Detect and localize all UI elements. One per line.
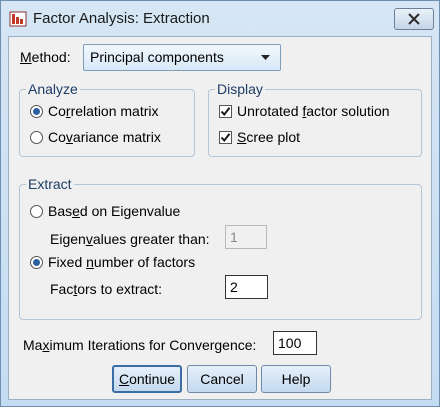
dialog-window: Factor Analysis: Extraction Method: Prin… — [0, 0, 440, 407]
checkmark-icon — [220, 107, 231, 117]
scree-plot-label[interactable]: Scree plot — [237, 129, 300, 145]
method-selected-value: Principal components — [90, 49, 224, 65]
based-on-eigenvalue-label[interactable]: Based on Eigenvalue — [48, 203, 180, 219]
analyze-group: Analyze Correlation matrix Covariance ma… — [19, 81, 195, 157]
display-legend: Display — [215, 81, 265, 97]
max-iterations-value: 100 — [278, 335, 302, 351]
eigenvalue-threshold-input[interactable]: 1 — [225, 225, 267, 249]
based-on-eigenvalue-radio[interactable] — [30, 205, 43, 218]
help-button[interactable]: Help — [261, 365, 331, 393]
dialog-body: Method: Principal components Analyze Cor… — [8, 36, 432, 400]
cancel-button[interactable]: Cancel — [187, 365, 257, 393]
cancel-button-label: Cancel — [200, 371, 244, 387]
close-button[interactable] — [394, 8, 434, 30]
method-dropdown[interactable]: Principal components — [83, 44, 281, 71]
max-iterations-input[interactable]: 100 — [273, 331, 317, 355]
help-button-label: Help — [281, 371, 311, 387]
covariance-matrix-label[interactable]: Covariance matrix — [48, 129, 161, 145]
eigenvalues-greater-than-label: Eigenvalues greater than: — [50, 231, 210, 247]
title-bar[interactable]: Factor Analysis: Extraction — [1, 1, 439, 35]
extract-legend: Extract — [26, 176, 74, 192]
chevron-down-icon — [261, 55, 270, 60]
correlation-matrix-label[interactable]: Correlation matrix — [48, 103, 159, 119]
display-group: Display Unrotated factor solution Scree … — [208, 81, 422, 157]
max-iterations-label: Maximum Iterations for Convergence: — [23, 337, 257, 353]
scree-plot-checkbox[interactable] — [219, 131, 232, 144]
covariance-matrix-radio[interactable] — [30, 131, 43, 144]
close-icon — [408, 13, 420, 25]
correlation-matrix-radio[interactable] — [30, 105, 43, 118]
unrotated-factor-solution-label[interactable]: Unrotated factor solution — [237, 103, 390, 119]
dialog-title: Factor Analysis: Extraction — [33, 10, 210, 27]
method-label: Method: — [20, 49, 71, 65]
continue-button[interactable]: Continue — [112, 365, 182, 393]
analyze-legend: Analyze — [26, 81, 80, 97]
fixed-number-of-factors-radio[interactable] — [30, 256, 43, 269]
checkmark-icon — [220, 133, 231, 143]
fixed-number-of-factors-label[interactable]: Fixed number of factors — [48, 254, 195, 270]
eigenvalue-threshold-value: 1 — [230, 229, 238, 245]
factors-to-extract-value: 2 — [230, 279, 238, 295]
factors-to-extract-label: Factors to extract: — [50, 281, 163, 297]
extract-group: Extract Based on Eigenvalue Eigenvalues … — [19, 176, 422, 320]
spss-app-icon — [9, 11, 27, 27]
continue-button-label: Continue — [118, 371, 176, 387]
factors-to-extract-input[interactable]: 2 — [225, 275, 268, 299]
unrotated-factor-solution-checkbox[interactable] — [219, 105, 232, 118]
